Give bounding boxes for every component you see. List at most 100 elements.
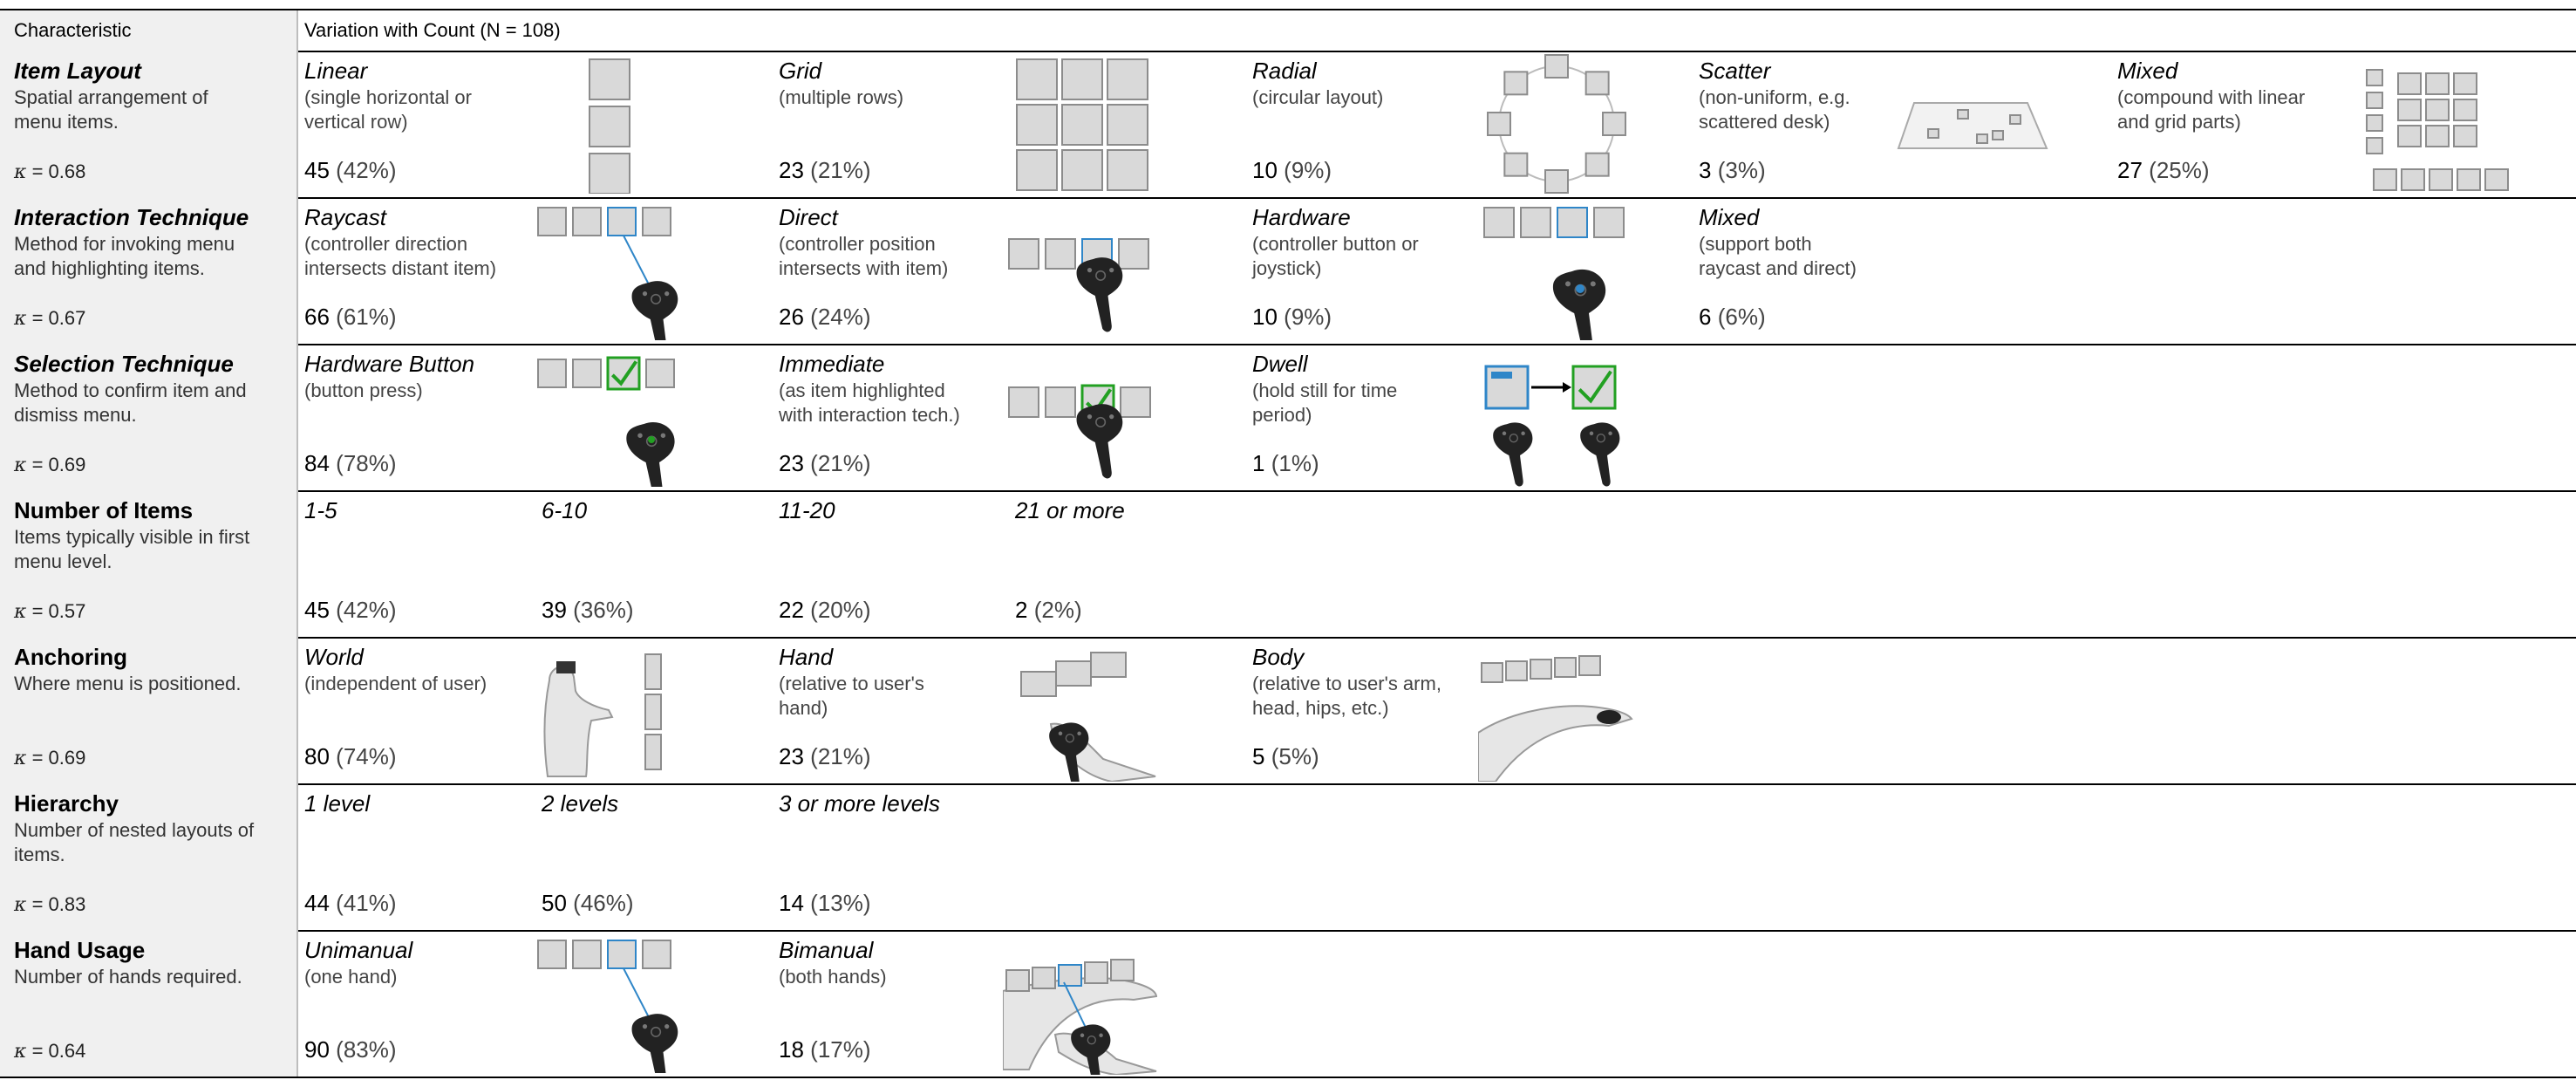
category-description-line: (independent of user) <box>304 673 487 694</box>
menu-item-box <box>1584 152 1610 177</box>
kappa-number: = 0.83 <box>31 893 86 915</box>
controller-icon <box>1076 257 1123 332</box>
menu-item-box <box>2009 114 2021 125</box>
controller-icon <box>631 281 678 340</box>
count-percent: (21%) <box>810 743 871 769</box>
menu-item-box <box>1061 58 1103 100</box>
category-description-line: raycast and direct) <box>1699 257 1857 279</box>
description-line: Method for invoking menu <box>14 233 235 255</box>
menu-item-box <box>1020 671 1057 697</box>
controller-icon <box>1580 422 1620 487</box>
characteristic-cell: Anchoring Where menu is positioned. κ = 0.… <box>0 637 298 783</box>
body-anchor-icon <box>1478 655 1633 782</box>
count-percent: (20%) <box>810 597 871 623</box>
category-description-line: (multiple rows) <box>779 86 904 108</box>
category-description-line: vertical row) <box>304 111 408 133</box>
category-description-line: (single horizontal or <box>304 86 472 108</box>
category-label: Hardware Button <box>304 351 475 377</box>
menu-item-box <box>2453 72 2477 95</box>
category-label: Hardware <box>1252 204 1351 230</box>
table-row: Hierarchy Number of nested layouts of item… <box>0 783 2576 932</box>
characteristic-description: Number of nested layouts of items. <box>14 818 291 867</box>
description-line: items. <box>14 844 65 865</box>
category-description-line: (circular layout) <box>1252 86 1384 108</box>
immediate-icon <box>1008 384 1151 479</box>
menu-item-box <box>1110 959 1135 981</box>
category-label: 1-5 <box>304 497 337 523</box>
count-number: 1 <box>1252 450 1265 476</box>
menu-item-box <box>1976 133 1988 144</box>
count-percent: (42%) <box>336 157 397 183</box>
menu-item-box <box>644 694 662 730</box>
menu-item-box <box>2366 114 2383 132</box>
header-characteristic-cell: Characteristic <box>0 10 298 51</box>
category-description: (support both raycast and direct) <box>1699 232 1857 281</box>
category-description: (single horizontal or vertical row) <box>304 85 472 134</box>
menu-item-box <box>1578 655 1601 676</box>
menu-item-box <box>2425 99 2450 121</box>
category-description-line: (support both <box>1699 233 1812 255</box>
characteristic-name: Hierarchy <box>14 790 119 817</box>
category-label: Mixed <box>1699 204 1760 230</box>
category-count: 50 (46%) <box>542 890 634 917</box>
category-count: 27 (25%) <box>2117 157 2210 184</box>
menu-item-box <box>1503 152 1529 177</box>
world-anchor-icon <box>543 653 662 777</box>
menu-item-box <box>1008 386 1039 418</box>
menu-item-box <box>1005 969 1030 992</box>
count-percent: (24%) <box>810 304 871 330</box>
menu-item-box <box>645 359 675 388</box>
category-description: (controller position intersects with item… <box>779 232 948 281</box>
menu-item-box <box>2401 168 2425 191</box>
hardware-icon <box>1483 207 1625 340</box>
count-number: 3 <box>1699 157 1712 183</box>
category-count: 22 (20%) <box>779 597 871 624</box>
table-row: Hand Usage Number of hands required. κ = 0… <box>0 930 2576 1078</box>
category-description-line: with interaction tech.) <box>779 404 960 426</box>
category-count: 45 (42%) <box>304 157 397 184</box>
category-description-line: (both hands) <box>779 966 887 988</box>
category-count: 23 (21%) <box>779 743 871 770</box>
category-count: 66 (61%) <box>304 304 397 331</box>
menu-item-box <box>2366 137 2383 154</box>
category-count: 10 (9%) <box>1252 157 1332 184</box>
count-percent: (2%) <box>1033 597 1082 623</box>
count-percent: (13%) <box>810 890 871 916</box>
menu-item-box <box>589 106 630 147</box>
category-description: (non-uniform, e.g. scattered desk) <box>1699 85 1850 134</box>
category-description-line: intersects with item) <box>779 257 949 279</box>
description-line: Number of hands required. <box>14 966 242 988</box>
count-percent: (41%) <box>336 890 397 916</box>
menu-item-box <box>572 207 602 236</box>
characteristic-name: Number of Items <box>14 497 194 523</box>
table-header: Characteristic Variation with Count (N =… <box>0 9 2576 52</box>
count-number: 45 <box>304 597 330 623</box>
controller-icon <box>631 1014 678 1073</box>
category-count: 90 (83%) <box>304 1036 397 1063</box>
count-percent: (5%) <box>1271 743 1319 769</box>
category-description-line: (controller direction <box>304 233 468 255</box>
controller-icon <box>1552 269 1606 340</box>
count-number: 14 <box>779 890 804 916</box>
kappa-number: = 0.69 <box>31 454 86 475</box>
category-count: 44 (41%) <box>304 890 397 917</box>
characteristic-description: Items typically visible in first menu lev… <box>14 525 291 574</box>
menu-item-box <box>1481 662 1503 683</box>
characteristic-description: Spatial arrangement of menu items. <box>14 85 291 134</box>
header-variation: Variation with Count (N = 108) <box>304 19 561 41</box>
kappa-symbol: κ <box>14 748 27 769</box>
count-percent: (78%) <box>336 450 397 476</box>
menu-item-box <box>1957 109 1969 120</box>
count-number: 23 <box>779 450 804 476</box>
characteristic-name: Interaction Technique <box>14 204 249 230</box>
table-row: Number of Items Items typically visible i… <box>0 490 2576 639</box>
menu-item-box <box>1055 660 1092 687</box>
count-number: 22 <box>779 597 804 623</box>
kappa-symbol: κ <box>14 894 27 916</box>
category-description-line: hand) <box>779 697 828 719</box>
count-number: 84 <box>304 450 330 476</box>
menu-item-box <box>2366 69 2383 86</box>
category-description-line: (as item highlighted <box>779 379 945 401</box>
menu-item-box <box>1557 207 1588 238</box>
count-number: 45 <box>304 157 330 183</box>
